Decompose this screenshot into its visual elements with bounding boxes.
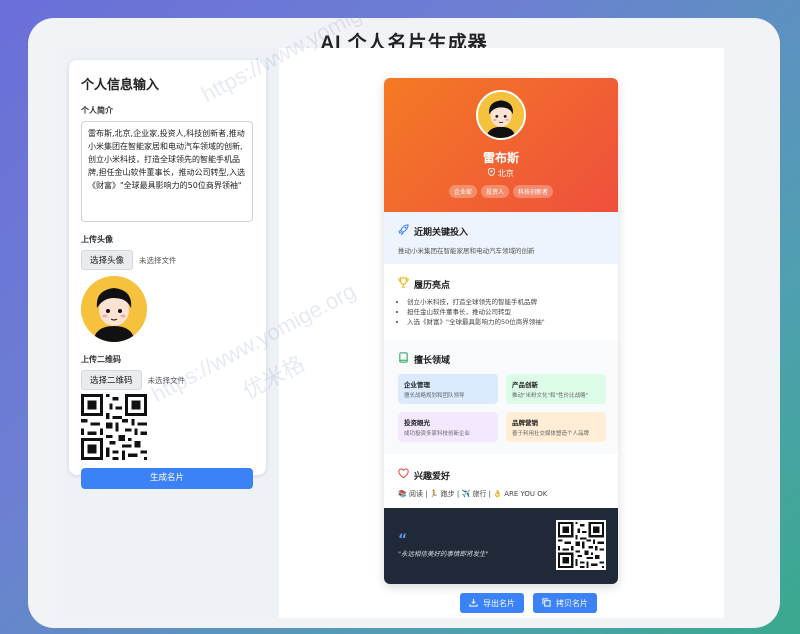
avatar-file-input[interactable]: 选择头像 未选择文件 [81,250,254,270]
generate-card-button[interactable]: 生成名片 [81,468,253,489]
bio-textarea[interactable]: 雷布斯,北京,企业家,投资人,科技创新者,推动小米集团在智能家居和电动汽车领域的… [81,121,253,222]
skill-title: 产品创新 [512,381,538,389]
focus-title-text: 近期关键投入 [414,227,469,238]
card-name: 雷布斯 [482,151,519,165]
qr-preview [81,394,147,460]
location-pin-icon [487,167,498,178]
copy-icon [542,597,556,609]
card-tag: 科技创新者 [513,185,554,198]
highlights-section: 履历亮点 创立小米科技，打造全球领先的智能手机品牌 担任金山软件董事长，推动公司… [384,264,618,338]
choose-avatar-button[interactable]: 选择头像 [81,250,134,270]
trophy-icon [398,277,414,291]
avatar-file-status: 未选择文件 [139,255,177,265]
card-header: 雷布斯 北京 企业家 投资人 科技创新者 [384,78,618,212]
export-label: 导出名片 [483,598,515,608]
card-avatar [476,90,526,140]
heart-icon [398,468,414,482]
hobbies-section: 兴趣爱好 📚 阅读 | 🏃 跑步 | ✈️ 旅行 | 👌 ARE YOU OK [384,456,618,506]
business-card-preview: 雷布斯 北京 企业家 投资人 科技创新者 近期关键投入 推动小米集团在智能家居和… [384,78,618,584]
focus-section-title: 近期关键投入 [398,224,604,238]
list-item: 入选《财富》"全球最具影响力的50位商界领袖" [407,317,604,327]
skill-title: 投资眼光 [404,419,430,427]
highlights-title-text: 履历亮点 [414,280,451,291]
info-input-form: 个人信息输入 个人简介 雷布斯,北京,企业家,投资人,科技创新者,推动小米集团在… [69,60,266,489]
skills-section-title: 擅长领域 [398,352,604,366]
card-tags: 企业家 投资人 科技创新者 [384,185,618,198]
skills-section: 擅长领域 企业管理 擅长战略规划和团队领导 产品创新 推动"米粉文化"和"性价比… [384,340,618,454]
skill-title: 企业管理 [404,381,430,389]
card-tag: 企业家 [448,185,477,198]
qr-file-input[interactable]: 选择二维码 未选择文件 [81,370,254,390]
highlights-section-title: 履历亮点 [398,277,604,291]
list-item: 担任金山软件董事长，推动公司转型 [407,307,604,317]
skill-item: 产品创新 推动"米粉文化"和"性价比战略" [506,374,606,404]
hobbies-title-text: 兴趣爱好 [414,471,451,482]
focus-text: 推动小米集团在智能家居和电动汽车领域的创新 [398,247,535,255]
choose-qr-button[interactable]: 选择二维码 [81,370,142,390]
card-footer: “ "永远相信美好的事情即将发生" [384,508,618,584]
skills-title-text: 擅长领域 [414,355,451,366]
skill-desc: 擅长战略规划和团队领导 [404,393,465,399]
skills-grid: 企业管理 擅长战略规划和团队领导 产品创新 推动"米粉文化"和"性价比战略" 投… [398,374,606,442]
avatar-upload-label: 上传头像 [81,235,113,244]
skill-title: 品牌营销 [512,419,538,427]
skill-desc: 善于利用社交媒体塑造个人品牌 [512,431,590,437]
focus-section: 近期关键投入 推动小米集团在智能家居和电动汽车领域的创新 [384,212,618,264]
skill-item: 企业管理 擅长战略规划和团队领导 [398,374,498,404]
skill-desc: 成功投资多家科技创新企业 [404,431,471,437]
card-qr-code [556,520,606,570]
hobbies-section-title: 兴趣爱好 [398,468,604,482]
card-tag: 投资人 [480,185,509,198]
skill-item: 投资眼光 成功投资多家科技创新企业 [398,412,498,442]
quote-icon: “ [398,532,408,548]
skill-desc: 推动"米粉文化"和"性价比战略" [512,393,589,399]
card-location: 北京 [384,167,618,179]
card-quote: "永远相信美好的事情即将发生" [398,550,489,558]
qr-file-status: 未选择文件 [147,375,186,385]
copy-label: 拷贝名片 [556,598,588,608]
export-card-button[interactable]: 导出名片 [460,593,524,613]
bio-label: 个人简介 [81,106,113,115]
book-icon [398,352,414,366]
download-icon [469,598,483,609]
highlights-list: 创立小米科技，打造全球领先的智能手机品牌 担任金山软件董事长，推动公司转型 入选… [398,297,604,327]
form-title: 个人信息输入 [81,78,160,93]
skill-item: 品牌营销 善于利用社交媒体塑造个人品牌 [506,412,606,442]
card-location-text: 北京 [497,169,514,178]
hobbies-text: 📚 阅读 | 🏃 跑步 | ✈️ 旅行 | 👌 ARE YOU OK [398,490,548,498]
list-item: 创立小米科技，打造全球领先的智能手机品牌 [407,297,604,307]
avatar-preview [81,276,147,342]
rocket-icon [398,224,414,238]
copy-card-button[interactable]: 拷贝名片 [533,593,597,613]
qr-upload-label: 上传二维码 [81,355,121,364]
